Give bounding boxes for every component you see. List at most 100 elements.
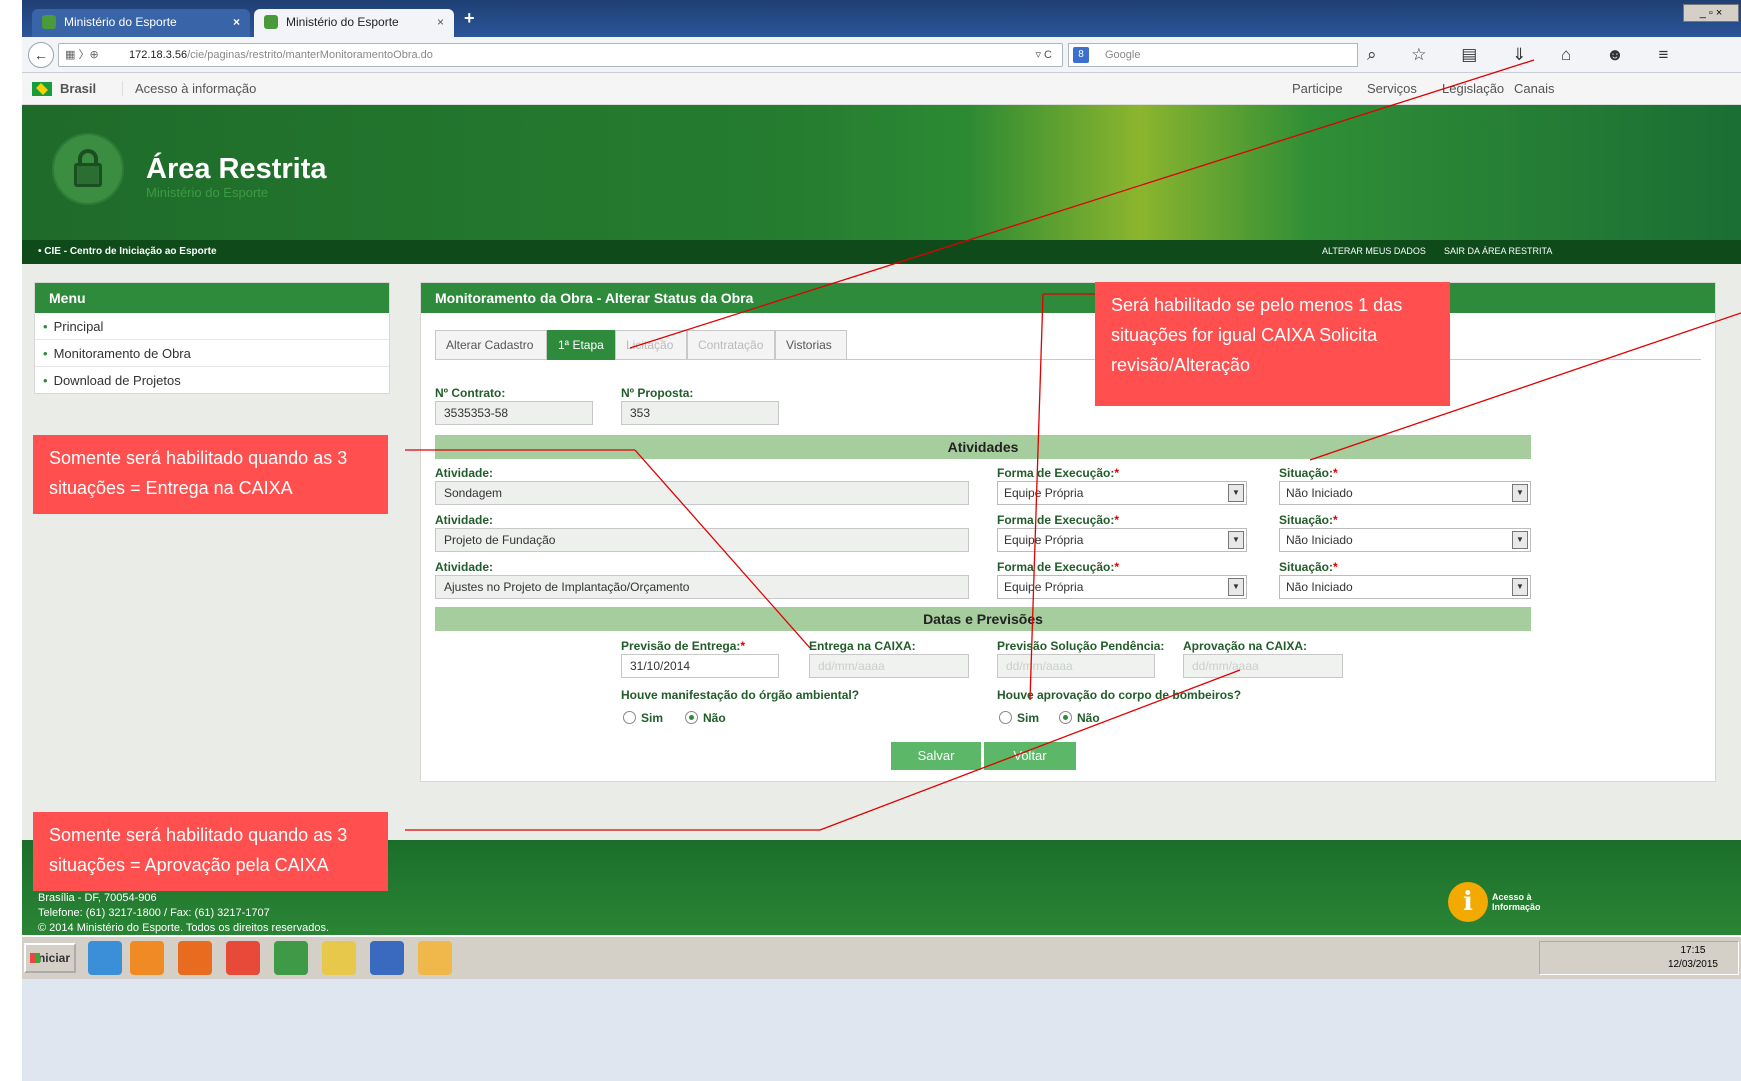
atividade-label: Atividade: [435, 560, 494, 574]
orgao-sim-label[interactable]: Sim [641, 711, 663, 725]
forma-label-text: Forma de Execução: [997, 466, 1115, 480]
atividade-label: Atividade: [435, 513, 494, 527]
chevron-down-icon[interactable]: ▼ [1228, 578, 1244, 596]
browser-nav-bar: ← ▦ 〉⊕ 172.18.3.56/cie/paginas/restrito/… [22, 37, 1741, 73]
tab-title: Ministério do Esporte [64, 15, 177, 29]
salvar-button[interactable]: Salvar [891, 742, 981, 770]
canais-link[interactable]: Canais [1514, 81, 1554, 96]
close-tab-icon[interactable]: × [437, 9, 444, 35]
chevron-down-icon[interactable]: ▼ [1228, 531, 1244, 549]
reload-icon[interactable]: ▿ C [1035, 44, 1052, 66]
participe-link[interactable]: Participe [1292, 81, 1343, 96]
explorer-icon[interactable] [322, 941, 356, 975]
voltar-button[interactable]: Voltar [984, 742, 1076, 770]
bombeiros-sim-radio[interactable] [999, 711, 1012, 724]
bombeiros-sim-label[interactable]: Sim [1017, 711, 1039, 725]
brasil-link[interactable]: Brasil [60, 81, 96, 96]
excel-icon[interactable] [274, 941, 308, 975]
footer-address: Brasília - DF, 70054-906 [38, 892, 157, 904]
situacao-label-text: Situação: [1279, 466, 1334, 480]
system-tray: 17:15 12/03/2015 [1539, 941, 1739, 975]
atividade-field: Projeto de Fundação [435, 528, 969, 552]
chevron-down-icon[interactable]: ▼ [1228, 484, 1244, 502]
menu-item-monitoramento[interactable]: Monitoramento de Obra [35, 340, 389, 367]
alterar-dados-link[interactable]: ALTERAR MEUS DADOS [1322, 246, 1426, 256]
acesso-informacao-link[interactable]: Acesso à informação [122, 81, 256, 96]
aprovacao-caixa-input: dd/mm/aaaa [1183, 654, 1343, 678]
previsao-solucao-label: Previsão Solução Pendência: [997, 639, 1165, 653]
servicos-link[interactable]: Serviços [1367, 81, 1417, 96]
tab-1a-etapa[interactable]: 1ª Etapa [547, 330, 615, 360]
brazil-flag-icon [32, 82, 52, 96]
browser-tab-1[interactable]: Ministério do Esporte × [32, 9, 250, 37]
forma-value: Equipe Própria [1004, 580, 1084, 594]
menu-item-download[interactable]: Download de Projetos [35, 367, 389, 394]
start-button[interactable]: Iniciar [24, 943, 76, 973]
outlook-icon[interactable] [130, 941, 164, 975]
close-tab-icon[interactable]: × [233, 9, 240, 35]
orgao-sim-radio[interactable] [623, 711, 636, 724]
required-mark: * [1333, 560, 1338, 574]
annotation-aprovacao: Somente será habilitado quando as 3 situ… [33, 812, 388, 891]
previsao-entrega-input[interactable]: 31/10/2014 [621, 654, 779, 678]
system-name: • CIE - Centro de Iniciação ao Esporte [38, 246, 217, 257]
chevron-down-icon[interactable]: ▼ [1512, 484, 1528, 502]
atividade-field: Sondagem [435, 481, 969, 505]
sair-link[interactable]: SAIR DA ÁREA RESTRITA [1444, 246, 1552, 256]
forma-select[interactable]: Equipe Própria ▼ [997, 575, 1247, 599]
word-icon[interactable] [370, 941, 404, 975]
toolbar-icons[interactable]: ⌕ ☆ ▤ ⇓ ⌂ ☻ ≡ [1367, 45, 1683, 65]
bombeiros-nao-radio[interactable] [1059, 711, 1072, 724]
annotation-entrega: Somente será habilitado quando as 3 situ… [33, 435, 388, 514]
situacao-select[interactable]: Não Iniciado ▼ [1279, 528, 1531, 552]
forma-label-text: Forma de Execução: [997, 560, 1115, 574]
chrome-icon[interactable] [226, 941, 260, 975]
bombeiros-nao-label[interactable]: Não [1077, 711, 1100, 725]
previsao-entrega-label-text: Previsão de Entrega: [621, 639, 741, 653]
orgao-nao-label[interactable]: Não [703, 711, 726, 725]
tab-title: Ministério do Esporte [286, 15, 399, 29]
ie-icon[interactable] [88, 941, 122, 975]
url-bar[interactable]: ▦ 〉⊕ 172.18.3.56/cie/paginas/restrito/ma… [58, 43, 1063, 67]
system-bar: • CIE - Centro de Iniciação ao Esporte A… [22, 240, 1741, 264]
previsao-entrega-label: Previsão de Entrega:* [621, 639, 745, 653]
clock-date: 12/03/2015 [1667, 959, 1718, 970]
atividade-label: Atividade: [435, 466, 494, 480]
situacao-select[interactable]: Não Iniciado ▼ [1279, 481, 1531, 505]
search-input[interactable]: 8 Google [1068, 43, 1358, 67]
forma-value: Equipe Própria [1004, 486, 1084, 500]
situacao-value: Não Iniciado [1286, 486, 1353, 500]
chevron-down-icon[interactable]: ▼ [1512, 578, 1528, 596]
legislacao-link[interactable]: Legislação [1442, 81, 1504, 96]
forma-select[interactable]: Equipe Própria ▼ [997, 481, 1247, 505]
firefox-icon[interactable] [178, 941, 212, 975]
url-path: /cie/paginas/restrito/manterMonitorament… [187, 49, 433, 61]
proposta-field: 353 [621, 401, 779, 425]
clock[interactable]: 17:15 12/03/2015 [1668, 944, 1718, 972]
window-controls[interactable]: _ ▫ × [1683, 4, 1739, 22]
back-button[interactable]: ← [28, 42, 54, 68]
browser-tab-bar: Ministério do Esporte × Ministério do Es… [22, 0, 1741, 37]
orgao-nao-radio[interactable] [685, 711, 698, 724]
browser-tab-2[interactable]: Ministério do Esporte × [254, 9, 454, 37]
page-info-icon[interactable]: ▦ 〉⊕ [65, 44, 99, 66]
entrega-caixa-label: Entrega na CAIXA: [809, 639, 916, 653]
windows-taskbar: Iniciar 17:15 12/03/2015 [22, 935, 1741, 979]
acesso-informacao-icon[interactable]: i [1448, 882, 1488, 922]
tab-alterar-cadastro[interactable]: Alterar Cadastro [435, 330, 547, 360]
forma-select[interactable]: Equipe Própria ▼ [997, 528, 1247, 552]
tab-licitacao: Licitação [615, 330, 687, 360]
sticky-icon[interactable] [418, 941, 452, 975]
tab-contratacao: Contratação [687, 330, 775, 360]
tab-vistorias[interactable]: Vistorias [775, 330, 847, 360]
gov-bar: Brasil Acesso à informação Participe Ser… [22, 73, 1741, 105]
situacao-select[interactable]: Não Iniciado ▼ [1279, 575, 1531, 599]
orgao-ambiental-label: Houve manifestação do órgão ambiental? [621, 688, 860, 702]
section-datas: Datas e Previsões [435, 607, 1531, 631]
menu-item-principal[interactable]: Principal [35, 313, 389, 340]
new-tab-button[interactable]: + [464, 8, 475, 29]
chevron-down-icon[interactable]: ▼ [1512, 531, 1528, 549]
lock-icon [52, 133, 124, 205]
situacao-label-text: Situação: [1279, 560, 1334, 574]
forma-label: Forma de Execução:* [997, 466, 1119, 480]
